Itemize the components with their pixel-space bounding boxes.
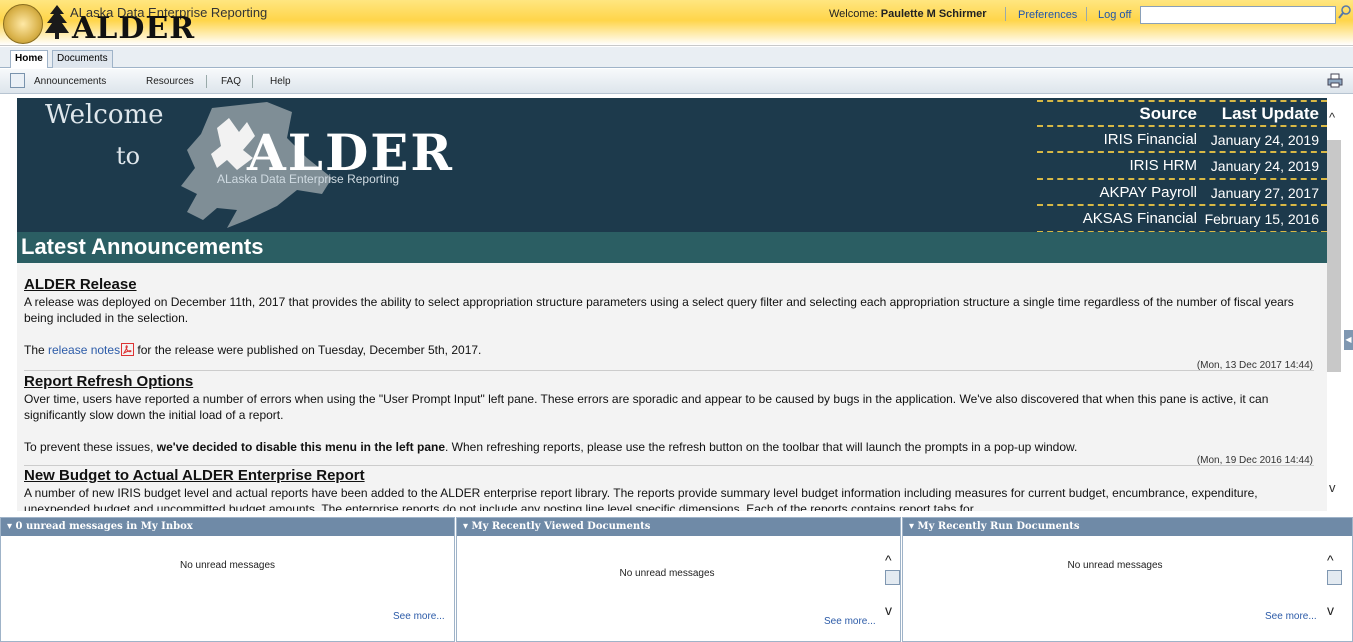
source-date: January 27, 2017 (1210, 184, 1319, 201)
announcement-body: The release notes for the release were p… (24, 342, 1314, 358)
scrollbar-thumb[interactable] (1327, 570, 1342, 585)
chevron-down-icon[interactable]: ▾ (7, 521, 12, 532)
release-notes-link[interactable]: release notes (48, 343, 120, 357)
scroll-up-icon[interactable]: ^ (885, 552, 901, 568)
logoff-link[interactable]: Log off (1098, 9, 1131, 21)
home-content: Welcome to ALDER ALaska Data Enterprise … (17, 98, 1327, 511)
source-date: January 24, 2019 (1210, 158, 1319, 174)
panel-header[interactable]: ▾ My Recently Run Documents (903, 518, 1352, 536)
panel-message: No unread messages (619, 568, 715, 579)
announcement-text: To prevent these issues, (24, 440, 157, 454)
portlet-row: ▾ 0 unread messages in My Inbox No unrea… (0, 517, 1353, 642)
chevron-down-icon[interactable]: v (885, 602, 901, 618)
announcement-heading: ALDER Release (24, 276, 137, 293)
recently-viewed-panel: ▾ My Recently Viewed Documents No unread… (456, 517, 901, 642)
data-source-table: Source Last Update IRIS Financial Januar… (1037, 100, 1327, 233)
toolbar: Announcements Resources FAQ Help (0, 69, 1353, 94)
welcome-banner: Welcome to ALDER ALaska Data Enterprise … (17, 98, 1327, 233)
announcement-item: ALDER Release A release was deployed on … (24, 276, 1314, 358)
grid-menu-icon[interactable] (10, 73, 25, 88)
panel-title: My Recently Viewed Documents (471, 521, 651, 532)
source-date: February 15, 2016 (1204, 211, 1319, 227)
source-table-header: Source Last Update (1037, 100, 1327, 127)
source-name: AKPAY Payroll (1099, 183, 1197, 201)
tab-bar: Home Documents (0, 47, 1353, 68)
toolbar-help[interactable]: Help (270, 76, 291, 87)
panel-title: 0 unread messages in My Inbox (15, 521, 193, 532)
source-name: AKSAS Financial (1082, 210, 1197, 227)
announcement-text: . When refreshing reports, please use th… (445, 440, 1078, 454)
search-icon[interactable] (1338, 4, 1352, 20)
announcement-body: A number of new IRIS budget level and ac… (24, 486, 1258, 511)
welcome-message: Welcome: Paulette M Schirmer (829, 8, 987, 20)
announcement-item: Report Refresh Options Over time, users … (24, 373, 1314, 455)
announcement-heading: New Budget to Actual ALDER Enterprise Re… (24, 467, 365, 484)
panel-message: No unread messages (179, 560, 276, 571)
toolbar-faq[interactable]: FAQ (221, 76, 241, 87)
user-name: Paulette M Schirmer (880, 8, 987, 20)
see-more-link[interactable]: See more... (393, 611, 445, 622)
announcement-body: To prevent these issues, we've decided t… (24, 439, 1314, 455)
source-row: IRIS HRM January 24, 2019 (1037, 153, 1327, 180)
see-more-link[interactable]: See more... (824, 616, 876, 627)
panel-title: My Recently Run Documents (917, 521, 1080, 532)
toolbar-resources[interactable]: Resources (146, 76, 194, 87)
see-more-link[interactable]: See more... (1265, 611, 1317, 622)
collapse-panel-icon[interactable]: ◀ (1344, 330, 1353, 350)
last-update-column-header: Last Update (1221, 104, 1319, 123)
toolbar-announcements[interactable]: Announcements (34, 76, 106, 87)
recently-run-panel: ▾ My Recently Run Documents No unread me… (902, 517, 1353, 642)
source-column-header: Source (1139, 104, 1197, 123)
preferences-link[interactable]: Preferences (1018, 9, 1077, 21)
pdf-icon[interactable] (121, 343, 135, 356)
chevron-down-icon[interactable]: v (1327, 602, 1343, 618)
announcements-title: Latest Announcements (21, 234, 264, 259)
chevron-down-icon[interactable]: v (1329, 480, 1336, 495)
welcome-label: Welcome: (829, 8, 878, 20)
announcement-emphasis: we've decided to disable this menu in th… (156, 440, 445, 454)
announcement-body: Over time, users have reported a number … (24, 392, 1269, 422)
toolbar-separator (206, 75, 207, 88)
source-row: AKSAS Financial February 15, 2016 (1037, 206, 1327, 233)
announcement-text: The (24, 343, 49, 357)
scrollbar-thumb[interactable] (885, 570, 900, 585)
tab-documents[interactable]: Documents (52, 50, 113, 68)
panel-header[interactable]: ▾ My Recently Viewed Documents (457, 518, 900, 536)
scroll-up-icon[interactable]: ^ (1327, 552, 1343, 568)
source-row: IRIS Financial January 24, 2019 (1037, 127, 1327, 153)
source-date: January 24, 2019 (1210, 131, 1319, 148)
tab-home[interactable]: Home (10, 50, 48, 68)
announcement-divider (24, 465, 1314, 466)
banner-to-text: to (116, 142, 141, 170)
banner-subtitle: ALaska Data Enterprise Reporting (217, 172, 400, 186)
spruce-tree-icon (45, 5, 69, 39)
app-logo-text: ALDER (72, 11, 196, 46)
header-separator (1005, 7, 1006, 21)
panel-message: No unread messages (1067, 560, 1163, 571)
print-icon[interactable] (1327, 73, 1343, 88)
toolbar-separator (252, 75, 253, 88)
announcement-body: A release was deployed on December 11th,… (24, 295, 1294, 325)
search-input[interactable] (1140, 6, 1336, 24)
announcement-divider (24, 370, 1314, 371)
announcement-text: for the release were published on Tuesda… (134, 343, 482, 357)
banner-alder-logo: ALDER (247, 123, 454, 182)
scroll-up-icon[interactable]: ^ (1329, 110, 1335, 125)
state-seal-icon (3, 4, 43, 44)
chevron-down-icon[interactable]: ▾ (463, 521, 468, 532)
source-name: IRIS HRM (1129, 157, 1198, 174)
chevron-down-icon[interactable]: ▾ (909, 521, 914, 532)
source-row: AKPAY Payroll January 27, 2017 (1037, 180, 1327, 206)
source-name: IRIS Financial (1103, 130, 1197, 148)
announcement-item: New Budget to Actual ALDER Enterprise Re… (24, 467, 1314, 511)
panel-header[interactable]: ▾ 0 unread messages in My Inbox (1, 518, 454, 536)
header-separator (1086, 7, 1087, 21)
app-header: ALaska Data Enterprise Reporting ALDER W… (0, 0, 1353, 46)
announcement-heading: Report Refresh Options (24, 373, 194, 390)
announcements-title-bar: Latest Announcements (17, 232, 1327, 263)
inbox-panel: ▾ 0 unread messages in My Inbox No unrea… (0, 517, 455, 642)
scrollbar-thumb[interactable] (1327, 140, 1341, 372)
banner-welcome-text: Welcome (45, 100, 164, 130)
